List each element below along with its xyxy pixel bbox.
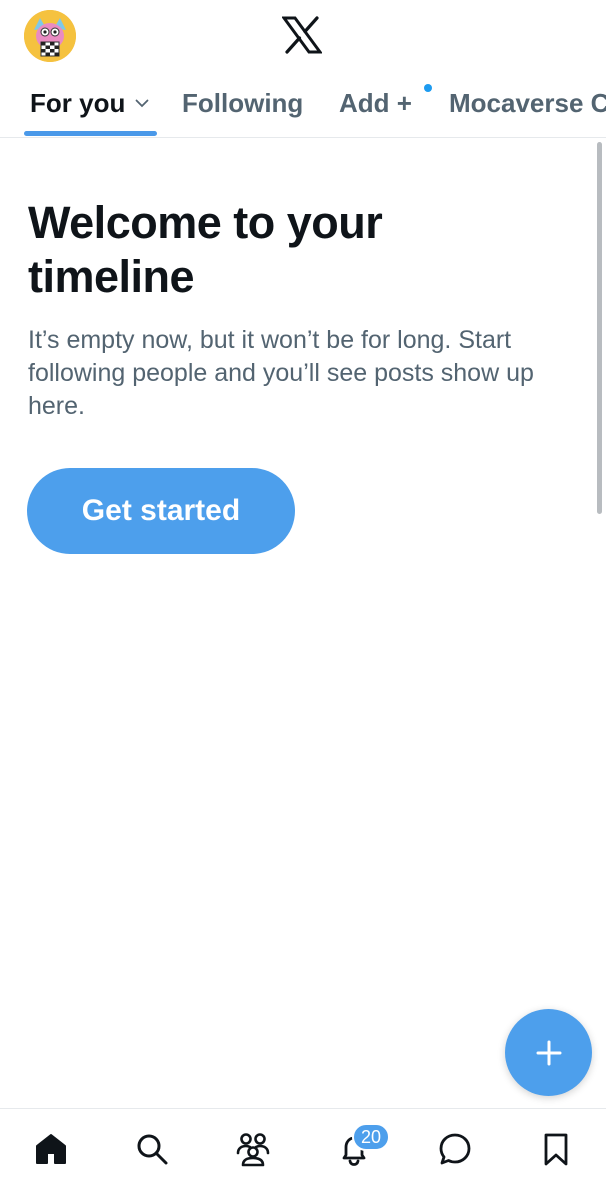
tab-label: For you <box>30 87 126 118</box>
top-bar <box>0 0 606 70</box>
tab-following[interactable]: Following <box>182 70 303 136</box>
plus-icon <box>536 1040 561 1065</box>
search-icon <box>137 1134 168 1165</box>
tab-label: Add + <box>339 87 412 118</box>
scrollbar[interactable] <box>597 142 602 514</box>
nav-bookmarks[interactable] <box>534 1127 578 1171</box>
bookmarks-icon <box>544 1133 568 1166</box>
bottom-navigation: 20 <box>0 1108 606 1200</box>
empty-state-title: Welcome to your timeline <box>28 197 383 302</box>
home-icon <box>36 1134 66 1164</box>
profile-avatar[interactable] <box>24 10 76 62</box>
communities-icon <box>236 1133 270 1167</box>
empty-state-description: It’s empty now, but it won’t be for long… <box>28 326 534 420</box>
tab-label: Following <box>182 87 304 118</box>
active-tab-indicator <box>24 131 157 136</box>
notifications-badge: 20 <box>352 1123 390 1151</box>
nav-search[interactable] <box>130 1127 174 1171</box>
timeline-tabs: For you Following Add + Mocaverse C <box>0 70 606 138</box>
tab-for-you[interactable]: For you <box>30 70 149 136</box>
compose-post-button[interactable] <box>505 1009 592 1096</box>
nav-messages[interactable] <box>433 1127 477 1171</box>
nav-communities[interactable] <box>231 1127 275 1171</box>
get-started-button[interactable]: Get started <box>27 468 295 554</box>
avatar-illustration <box>24 10 76 62</box>
x-logo-icon <box>281 16 323 54</box>
nav-home[interactable] <box>29 1127 73 1171</box>
tab-add[interactable]: Add + <box>339 70 412 136</box>
new-indicator-dot <box>424 84 432 92</box>
tab-label: Mocaverse C <box>449 87 606 118</box>
chevron-down-icon <box>135 99 149 108</box>
tab-mocaverse[interactable]: Mocaverse C <box>449 70 606 136</box>
messages-icon <box>439 1133 471 1165</box>
